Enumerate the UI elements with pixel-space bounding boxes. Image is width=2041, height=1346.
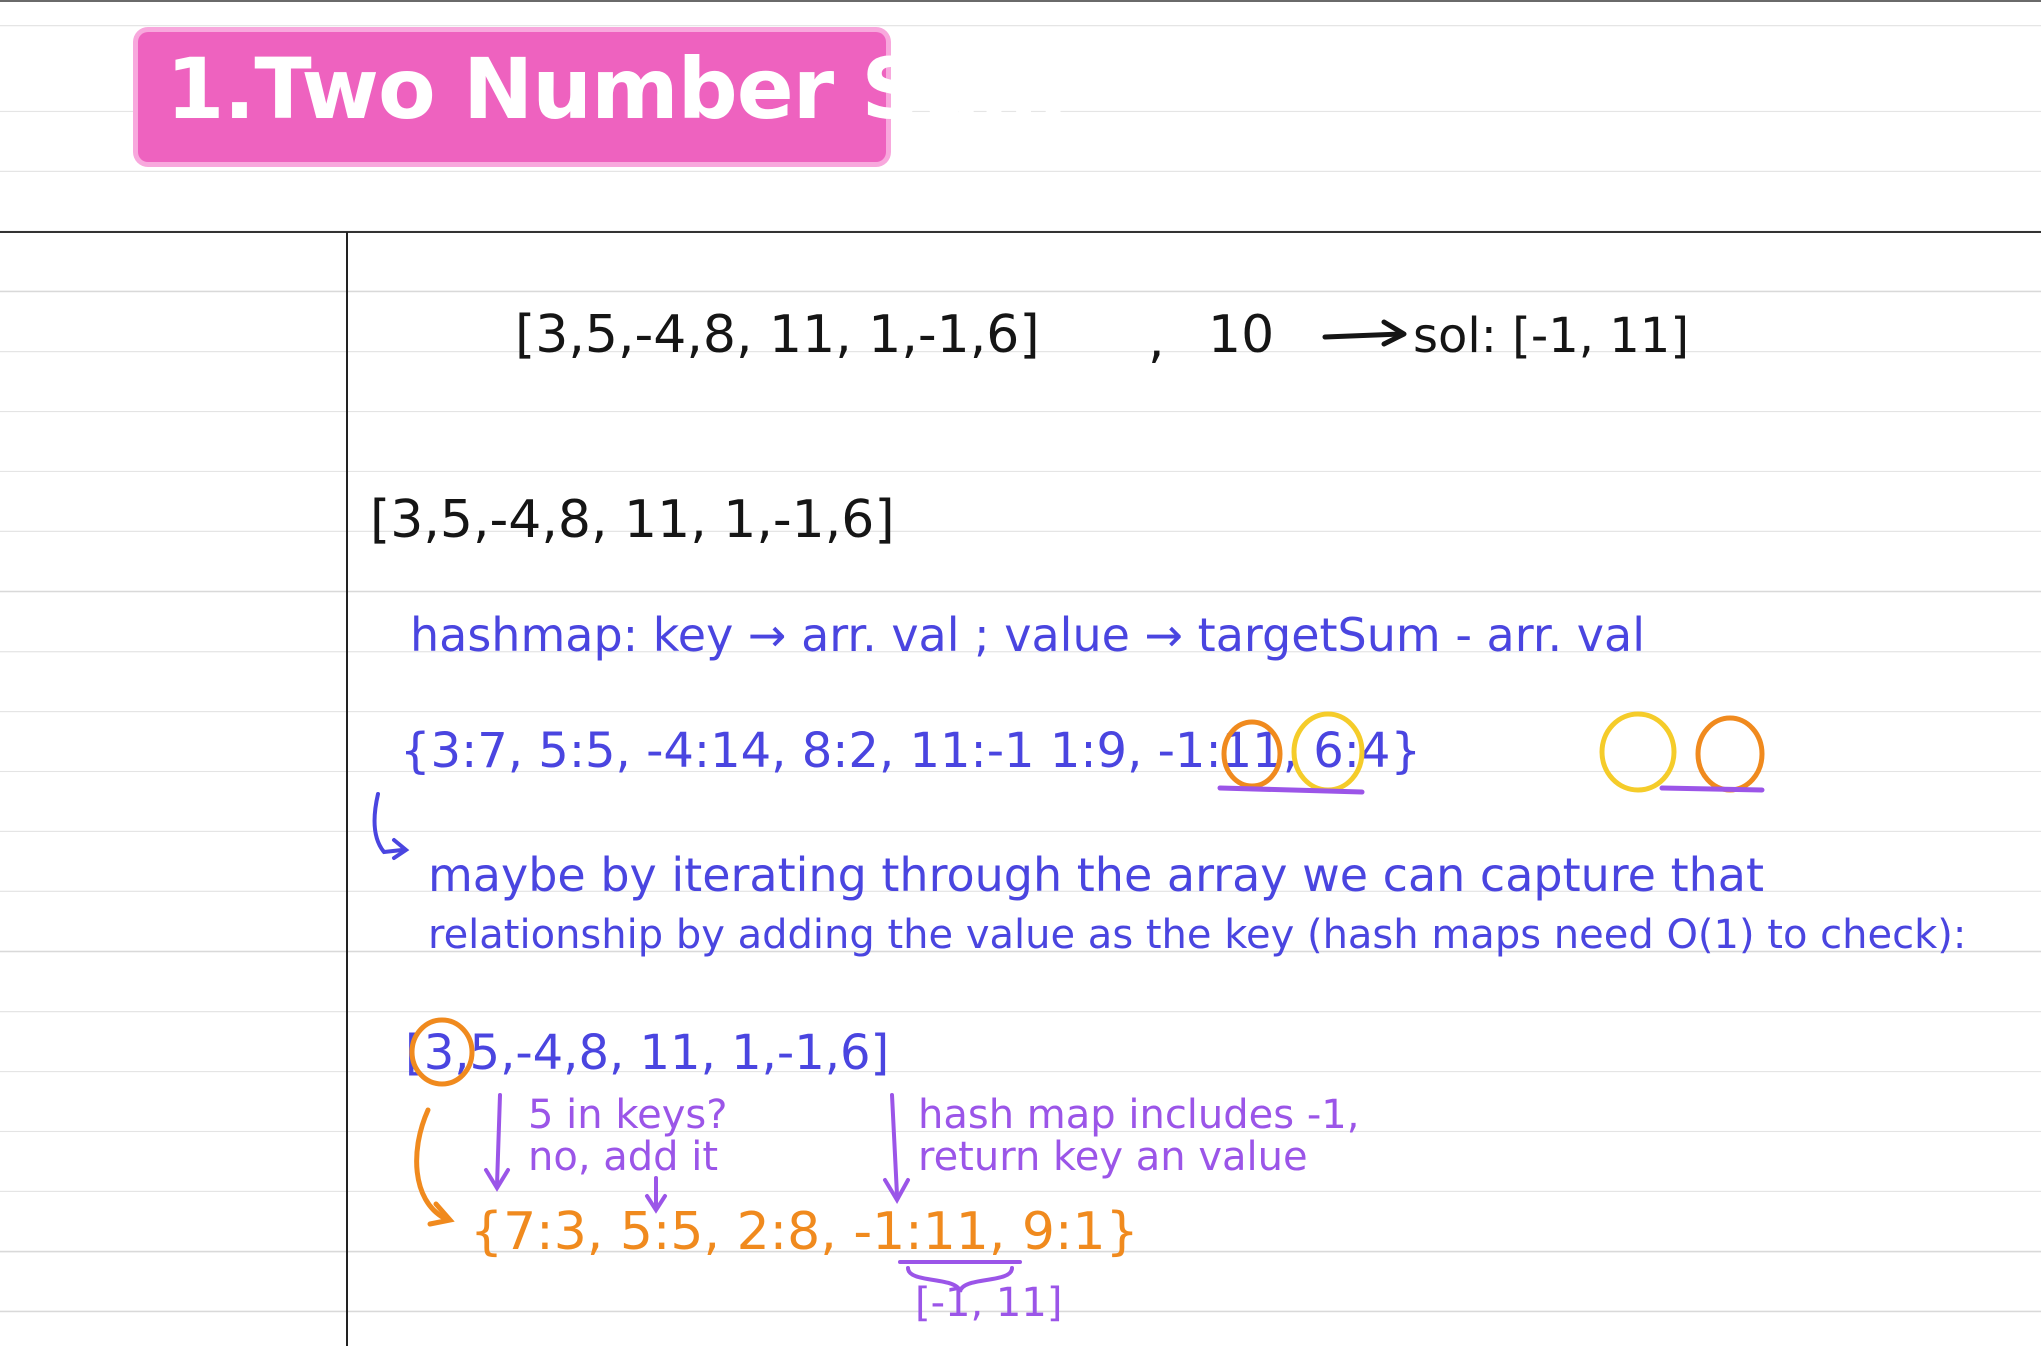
problem-solution: sol: [-1, 11] [1413, 308, 1690, 364]
annotation-return-key-value: return key an value [918, 1134, 1308, 1180]
annotation-add-it: no, add it [528, 1134, 719, 1180]
hashmap-definition: hashmap: key → arr. val ; value → target… [410, 608, 1645, 662]
annotation-keys-question: 5 in keys? [528, 1092, 728, 1138]
top-border-line [0, 0, 2041, 2]
problem-array: [3,5,-4,8, 11, 1,-1,6] [515, 305, 1040, 365]
note-line-2: relationship by adding the value as the … [428, 912, 1967, 958]
iteration-array: [3,5,-4,8, 11, 1,-1,6] [405, 1025, 890, 1081]
problem-comma: , [1148, 310, 1165, 370]
margin-line [346, 232, 348, 1346]
page-title: 1.Two Number Sum [166, 40, 1067, 138]
note-line-1: maybe by iterating through the array we … [428, 848, 1765, 902]
header-divider-line [0, 231, 2041, 233]
array-restated: [3,5,-4,8, 11, 1,-1,6] [370, 490, 895, 550]
hashmap-example: {3:7, 5:5, -4:14, 8:2, 11:-1 1:9, -1:11,… [400, 723, 1422, 779]
problem-target: 10 [1208, 305, 1275, 365]
annotation-hashmap-includes: hash map includes -1, [918, 1092, 1360, 1138]
title-banner: 1.Two Number Sum [138, 32, 1067, 162]
final-answer: [-1, 11] [915, 1280, 1063, 1326]
result-hashmap: {7:3, 5:5, 2:8, -1:11, 9:1} [470, 1202, 1139, 1262]
